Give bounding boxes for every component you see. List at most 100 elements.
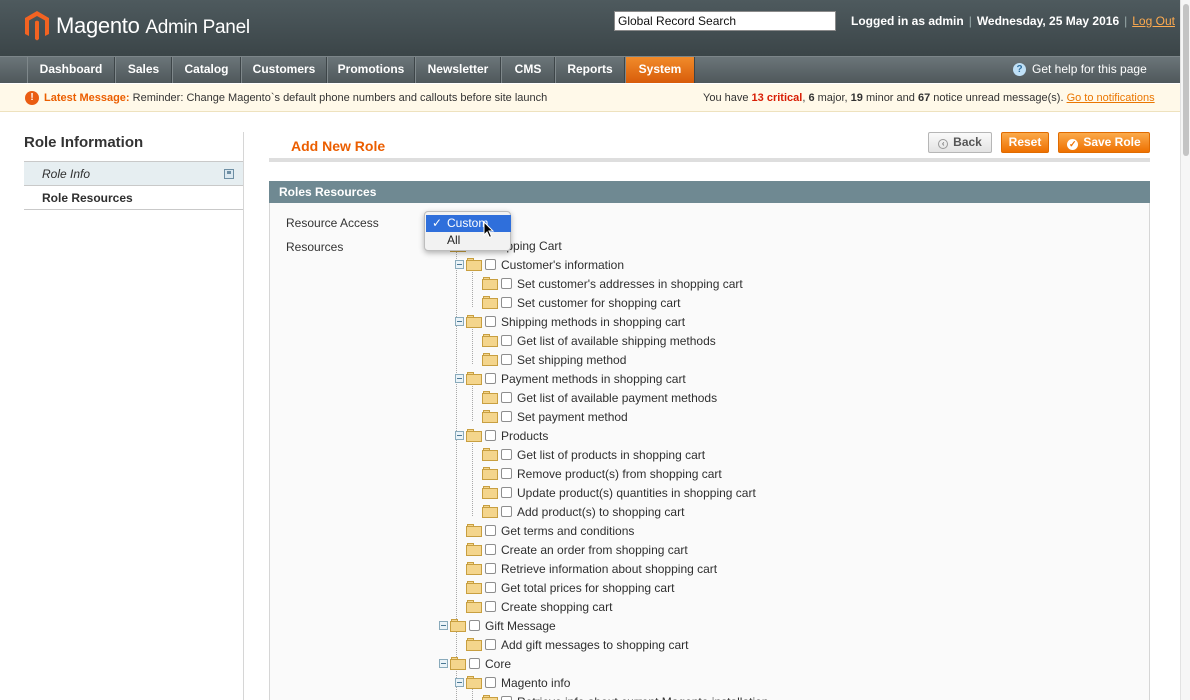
tree-checkbox[interactable]: [485, 373, 496, 384]
collapse-icon[interactable]: [439, 659, 448, 668]
tree-node[interactable]: Payment methods in shopping cart: [455, 369, 686, 388]
resource-access-dropdown[interactable]: ✓ Custom All: [424, 211, 511, 251]
tree-node[interactable]: Set customer's addresses in shopping car…: [471, 274, 743, 293]
sidebar-tabs: Role Info Role Resources: [24, 161, 243, 210]
tree-checkbox[interactable]: [485, 525, 496, 536]
tree-checkbox[interactable]: [501, 696, 512, 700]
tree-checkbox[interactable]: [485, 582, 496, 593]
reset-button[interactable]: Reset: [1001, 132, 1049, 153]
tree-label: Customer's information: [501, 257, 624, 272]
tree-node[interactable]: Retrieve information about shopping cart: [455, 559, 717, 578]
nav-dashboard[interactable]: Dashboard: [27, 57, 115, 83]
tree-checkbox[interactable]: [501, 487, 512, 498]
tree-node[interactable]: Magento info: [455, 673, 570, 692]
tree-node[interactable]: Get total prices for shopping cart: [455, 578, 674, 597]
nav-cms[interactable]: CMS: [501, 57, 555, 83]
folder-icon: [466, 258, 483, 271]
page-scrollbar[interactable]: [1180, 0, 1190, 700]
tree-checkbox[interactable]: [485, 639, 496, 650]
tree-node[interactable]: Set shipping method: [471, 350, 626, 369]
collapse-icon[interactable]: [455, 317, 464, 326]
tree-node[interactable]: Add product(s) to shopping cart: [471, 502, 684, 521]
tree-checkbox[interactable]: [501, 278, 512, 289]
tree-checkbox[interactable]: [485, 677, 496, 688]
folder-icon: [466, 315, 483, 328]
tree-label: Magento info: [501, 675, 571, 690]
tree-checkbox[interactable]: [501, 411, 512, 422]
tree-node[interactable]: Get terms and conditions: [455, 521, 634, 540]
tree-checkbox[interactable]: [485, 544, 496, 555]
tree-node[interactable]: Create an order from shopping cart: [455, 540, 688, 559]
tree-checkbox[interactable]: [501, 449, 512, 460]
tree-checkbox[interactable]: [501, 392, 512, 403]
nav-sales[interactable]: Sales: [115, 57, 172, 83]
collapse-icon[interactable]: [455, 678, 464, 687]
collapse-icon[interactable]: [455, 374, 464, 383]
folder-icon: [482, 448, 499, 461]
tree-checkbox[interactable]: [485, 316, 496, 327]
fieldset-body: Resource Access Resources Shopping Cart C…: [269, 203, 1150, 700]
message-bar: ! Latest Message: Reminder: Change Magen…: [0, 84, 1180, 112]
nav-catalog[interactable]: Catalog: [172, 57, 241, 83]
tree-checkbox[interactable]: [501, 297, 512, 308]
tree-node[interactable]: Get list of available payment methods: [471, 388, 717, 407]
save-role-button[interactable]: ✓ Save Role: [1058, 132, 1150, 153]
global-search-input[interactable]: [614, 11, 836, 31]
tab-role-resources[interactable]: Role Resources: [24, 186, 243, 210]
folder-icon: [482, 410, 499, 423]
collapse-icon[interactable]: [455, 431, 464, 440]
nav-system[interactable]: System: [625, 57, 695, 83]
tree-node[interactable]: Create shopping cart: [455, 597, 612, 616]
tree-checkbox[interactable]: [485, 259, 496, 270]
option-all[interactable]: All: [426, 232, 511, 249]
tree-node[interactable]: Update product(s) quantities in shopping…: [471, 483, 756, 502]
logout-link[interactable]: Log Out: [1132, 14, 1175, 28]
tree-node[interactable]: Get list of available shipping methods: [471, 331, 716, 350]
checkmark-icon: ✓: [1067, 139, 1079, 150]
tree-node[interactable]: Products: [455, 426, 548, 445]
tree-label: Gift Message: [485, 618, 556, 633]
nav-customers[interactable]: Customers: [241, 57, 327, 83]
tab-role-info[interactable]: Role Info: [24, 162, 243, 186]
tree-node[interactable]: Shipping methods in shopping cart: [455, 312, 685, 331]
magento-logo[interactable]: Magento Admin Panel: [24, 10, 250, 42]
tree-label: Retrieve information about shopping cart: [501, 561, 718, 576]
help-link[interactable]: ? Get help for this page: [1013, 62, 1147, 76]
collapse-icon[interactable]: [455, 260, 464, 269]
tree-node[interactable]: Customer's information: [455, 255, 624, 274]
folder-icon: [466, 429, 483, 442]
tree-checkbox[interactable]: [469, 620, 480, 631]
tree-checkbox[interactable]: [501, 354, 512, 365]
back-button[interactable]: ‹ Back: [928, 132, 992, 153]
go-to-notifications-link[interactable]: Go to notifications: [1067, 92, 1155, 104]
tree-label: Set customer's addresses in shopping car…: [517, 276, 743, 291]
tree-node[interactable]: Set payment method: [471, 407, 628, 426]
magento-logo-icon: [25, 11, 49, 41]
tree-node[interactable]: Set customer for shopping cart: [471, 293, 680, 312]
folder-icon: [482, 391, 499, 404]
tree-checkbox[interactable]: [485, 430, 496, 441]
tree-label: Set payment method: [517, 409, 628, 424]
tree-checkbox[interactable]: [485, 601, 496, 612]
tree-label: Shipping methods in shopping cart: [501, 314, 686, 329]
tree-node[interactable]: Remove product(s) from shopping cart: [471, 464, 722, 483]
collapse-icon[interactable]: [439, 621, 448, 630]
tree-checkbox[interactable]: [501, 506, 512, 517]
tree-node[interactable]: Get list of products in shopping cart: [471, 445, 705, 464]
tree-node[interactable]: Retrieve info about current Magento inst…: [471, 692, 768, 700]
tree-checkbox[interactable]: [485, 563, 496, 574]
nav-newsletter[interactable]: Newsletter: [415, 57, 501, 83]
option-custom[interactable]: ✓ Custom: [426, 215, 511, 232]
scrollbar-thumb[interactable]: [1183, 4, 1189, 156]
tree-node[interactable]: Core: [439, 654, 511, 673]
tree-node[interactable]: Add gift messages to shopping cart: [455, 635, 688, 654]
nav-promotions[interactable]: Promotions: [327, 57, 415, 83]
tree-checkbox[interactable]: [501, 335, 512, 346]
nav-reports[interactable]: Reports: [555, 57, 625, 83]
tree-label: Set customer for shopping cart: [517, 295, 681, 310]
tree-node[interactable]: Gift Message: [439, 616, 556, 635]
tree-label: Get list of available shipping methods: [517, 333, 716, 348]
tree-checkbox[interactable]: [469, 658, 480, 669]
tree-checkbox[interactable]: [501, 468, 512, 479]
save-state-icon: [224, 169, 234, 179]
